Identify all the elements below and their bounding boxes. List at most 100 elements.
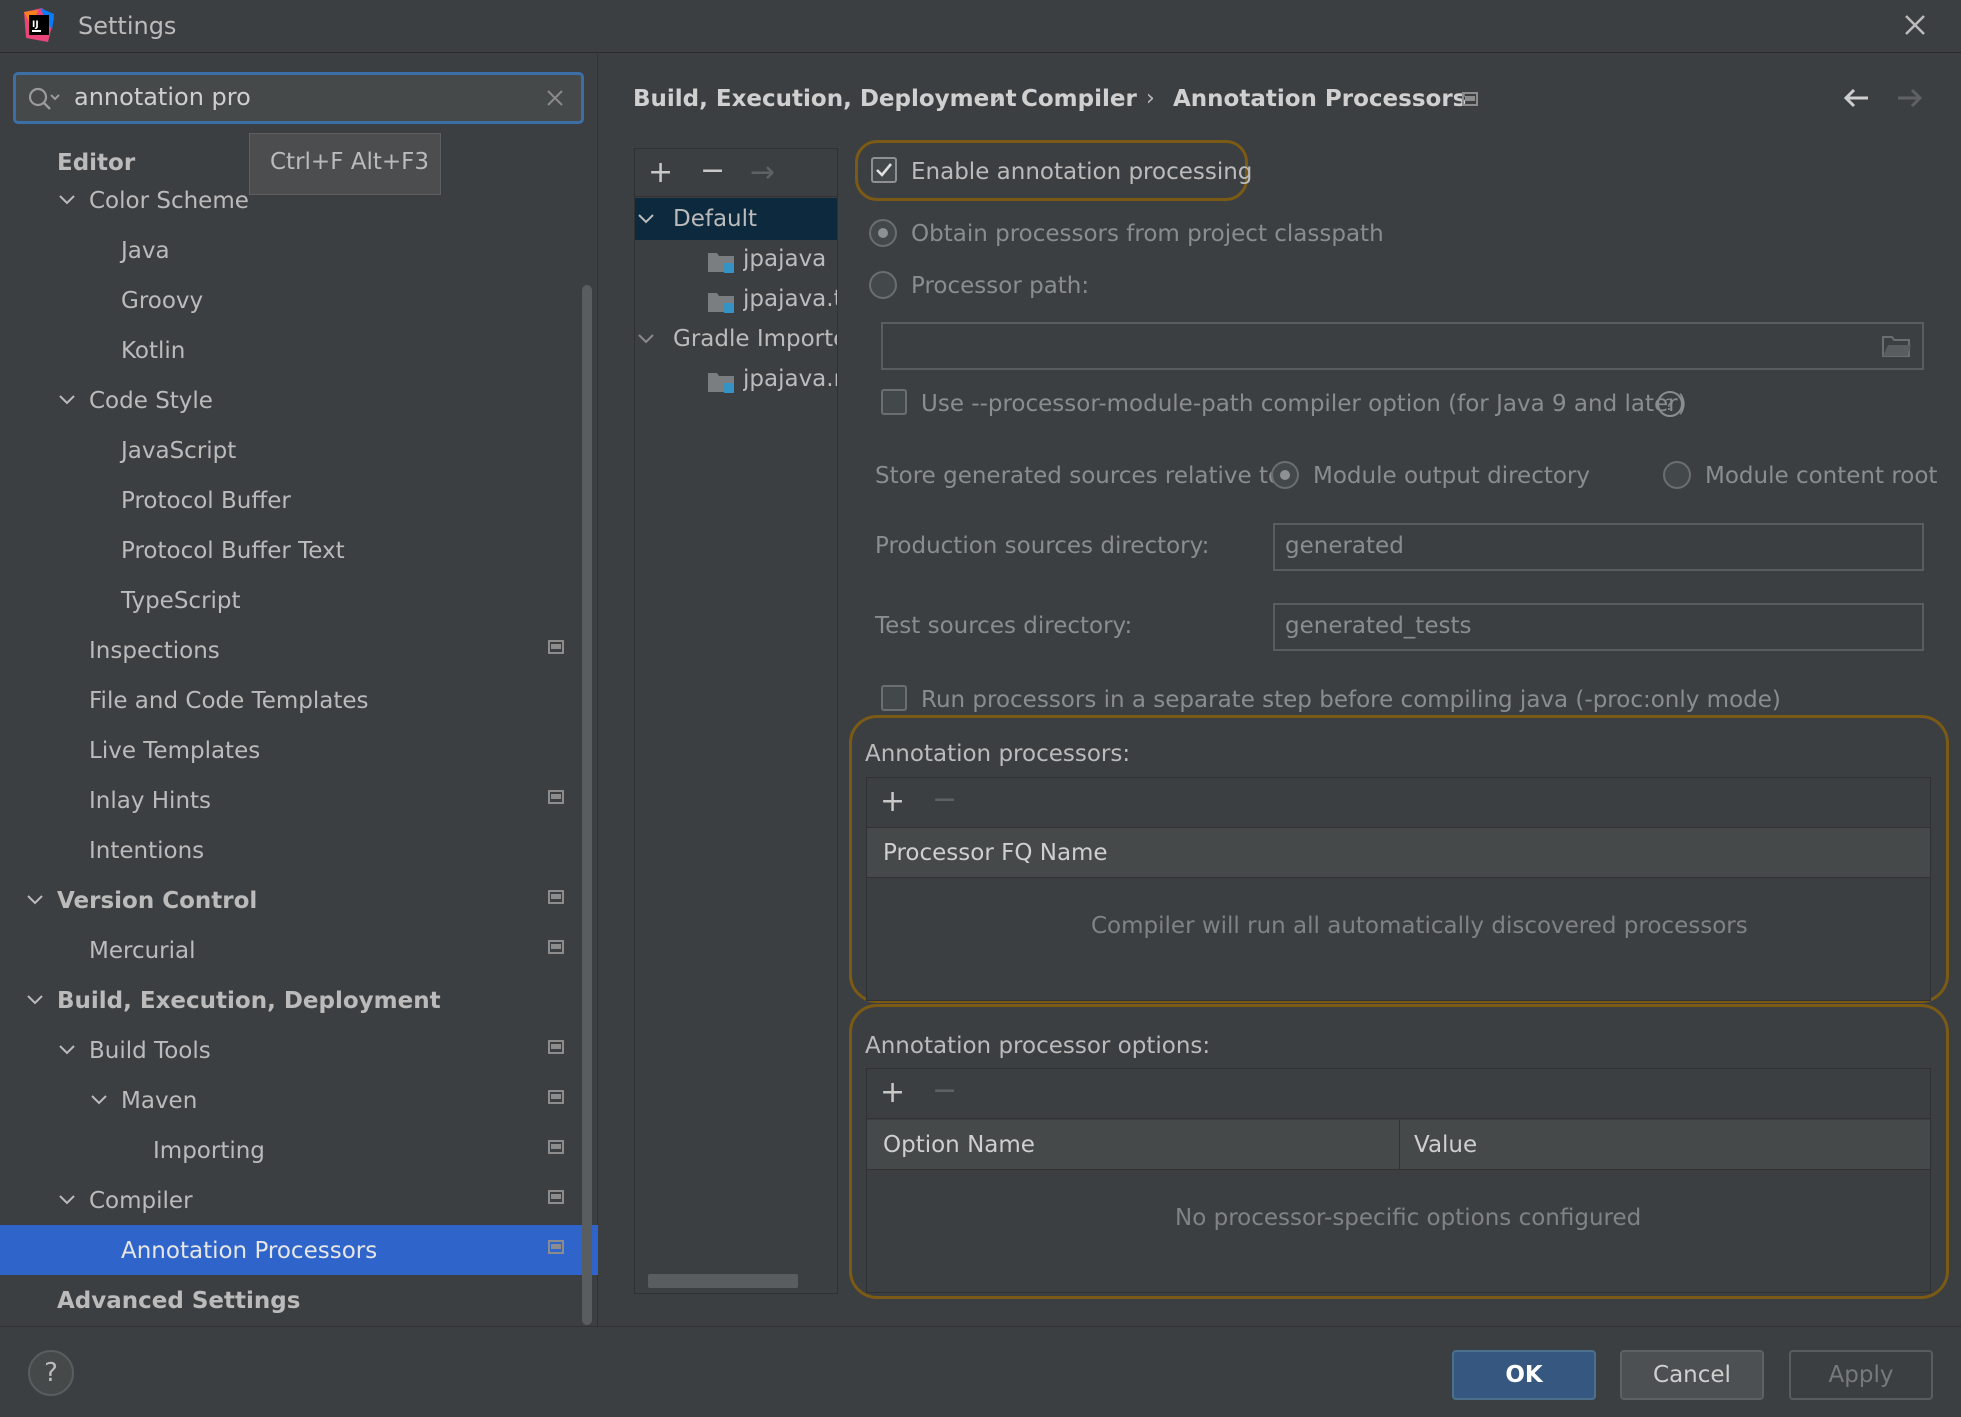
profile-module-item[interactable]: jpajava.m	[743, 366, 837, 392]
profile-module-item[interactable]: jpajava.te	[743, 286, 837, 312]
option-value-column[interactable]: Value	[1400, 1120, 1930, 1170]
options-table-title: Annotation processor options:	[865, 1033, 1211, 1059]
project-level-icon	[548, 640, 564, 654]
browse-folder-icon[interactable]	[1882, 334, 1912, 358]
sidebar-item-java[interactable]: Java	[121, 227, 170, 275]
breadcrumb-item[interactable]: Compiler	[1021, 86, 1137, 112]
module-output-label: Module output directory	[1313, 463, 1591, 489]
sidebar-item-groovy[interactable]: Groovy	[121, 277, 203, 325]
processors-toolbar	[867, 778, 1930, 828]
sidebar-item-protocol-buffer[interactable]: Protocol Buffer	[121, 477, 291, 525]
module-output-radio[interactable]	[1271, 461, 1299, 489]
sidebar-item-advanced-settings[interactable]: Advanced Settings	[57, 1277, 300, 1325]
sidebar-item-color-scheme[interactable]: Color Scheme	[89, 177, 249, 225]
sidebar-item-version-control[interactable]: Version Control	[57, 877, 257, 925]
module-folder-icon	[708, 373, 734, 393]
enable-processing-checkbox[interactable]	[871, 157, 897, 183]
module-folder-icon	[708, 253, 734, 273]
sidebar-item-protocol-buffer-text[interactable]: Protocol Buffer Text	[121, 527, 345, 575]
breadcrumb-separator: ›	[1146, 86, 1155, 111]
processor-path-label: Processor path:	[911, 273, 1090, 299]
chevron-down-icon[interactable]	[57, 190, 77, 210]
chevron-down-icon[interactable]	[89, 1090, 109, 1110]
project-level-icon	[548, 1240, 564, 1254]
profiles-scrollbar[interactable]	[648, 1274, 798, 1288]
options-toolbar	[867, 1069, 1930, 1119]
option-name-column[interactable]: Option Name	[867, 1120, 1400, 1170]
remove-icon[interactable]: −	[700, 156, 725, 186]
chevron-down-icon[interactable]	[636, 329, 656, 349]
project-level-icon	[548, 1090, 564, 1104]
clear-search-icon[interactable]	[544, 87, 566, 109]
profile-module-item[interactable]: jpajava	[743, 246, 837, 272]
chevron-down-icon[interactable]	[57, 1190, 77, 1210]
sidebar-item-maven[interactable]: Maven	[121, 1077, 197, 1125]
cancel-button[interactable]: Cancel	[1620, 1350, 1764, 1400]
sidebar-item-kotlin[interactable]: Kotlin	[121, 327, 185, 375]
add-icon[interactable]: +	[648, 158, 673, 188]
processor-name-column[interactable]: Processor FQ Name	[867, 828, 1930, 878]
module-folder-icon	[708, 293, 734, 313]
sidebar-item-mercurial[interactable]: Mercurial	[89, 927, 196, 975]
sidebar-item-inspections[interactable]: Inspections	[89, 627, 220, 675]
forward-arrow-icon[interactable]	[1894, 84, 1926, 112]
project-level-icon	[548, 1040, 564, 1054]
breadcrumb-item[interactable]: Annotation Processors	[1173, 86, 1466, 112]
sidebar-item-build-tools[interactable]: Build Tools	[89, 1027, 211, 1075]
help-question-icon[interactable]: ?	[1655, 389, 1685, 419]
sidebar-item-javascript[interactable]: JavaScript	[121, 427, 236, 475]
sidebar-item-file-code-templates[interactable]: File and Code Templates	[89, 677, 369, 725]
sidebar-item-intentions[interactable]: Intentions	[89, 827, 204, 875]
intellij-logo-icon: IJ	[22, 8, 56, 42]
breadcrumb-item[interactable]: Build, Execution, Deployment	[633, 86, 1017, 112]
module-content-label: Module content root	[1705, 463, 1938, 489]
obtain-classpath-radio[interactable]	[869, 219, 897, 247]
run-separate-checkbox[interactable]	[881, 685, 907, 711]
sidebar-scrollbar[interactable]	[582, 285, 592, 1325]
test-dir-field[interactable]: generated_tests	[1273, 603, 1924, 651]
sidebar-item-importing[interactable]: Importing	[153, 1127, 265, 1175]
profile-item-default[interactable]: Default	[673, 206, 833, 232]
add-option-icon[interactable]: +	[880, 1078, 905, 1108]
title-bar	[0, 0, 1961, 53]
store-relative-label: Store generated sources relative to:	[875, 463, 1290, 489]
chevron-down-icon[interactable]	[57, 1040, 77, 1060]
chevron-down-icon[interactable]	[636, 209, 656, 229]
chevron-down-icon[interactable]	[25, 890, 45, 910]
module-path-checkbox[interactable]	[881, 389, 907, 415]
svg-text:IJ: IJ	[32, 20, 39, 30]
sidebar-item-build-execution-deployment[interactable]: Build, Execution, Deployment	[57, 977, 441, 1025]
project-level-icon	[548, 940, 564, 954]
project-level-icon	[1462, 92, 1478, 106]
add-processor-icon[interactable]: +	[880, 787, 905, 817]
processors-empty-text: Compiler will run all automatically disc…	[1091, 913, 1748, 939]
window-title: Settings	[78, 12, 177, 40]
chevron-down-icon[interactable]	[57, 390, 77, 410]
sidebar-item-compiler[interactable]: Compiler	[89, 1177, 193, 1225]
module-content-radio[interactable]	[1663, 461, 1691, 489]
processor-path-radio[interactable]	[869, 271, 897, 299]
processor-path-field[interactable]	[881, 322, 1924, 370]
search-value[interactable]: annotation pro	[74, 83, 251, 111]
sidebar-item-inlay-hints[interactable]: Inlay Hints	[89, 777, 211, 825]
profile-item-gradle[interactable]: Gradle Importe	[673, 326, 837, 352]
sidebar-item-typescript[interactable]: TypeScript	[121, 577, 241, 625]
project-level-icon	[548, 1140, 564, 1154]
sidebar-item-annotation-processors[interactable]: Annotation Processors	[121, 1227, 377, 1275]
chevron-down-icon[interactable]	[25, 990, 45, 1010]
remove-processor-icon[interactable]: −	[932, 785, 957, 815]
ok-button[interactable]: OK	[1452, 1350, 1596, 1400]
search-icon[interactable]	[27, 86, 61, 112]
production-dir-field[interactable]: generated	[1273, 523, 1924, 571]
move-to-icon[interactable]: →	[750, 158, 775, 188]
remove-option-icon[interactable]: −	[932, 1076, 957, 1106]
sidebar-item-live-templates[interactable]: Live Templates	[89, 727, 260, 775]
close-icon[interactable]	[1898, 8, 1932, 42]
processors-table-title: Annotation processors:	[865, 741, 1131, 767]
back-arrow-icon[interactable]	[1840, 84, 1872, 112]
enable-processing-label: Enable annotation processing	[911, 159, 1253, 185]
help-button[interactable]: ?	[28, 1350, 74, 1396]
sidebar-item-code-style[interactable]: Code Style	[89, 377, 213, 425]
project-level-icon	[548, 890, 564, 904]
apply-button[interactable]: Apply	[1789, 1350, 1933, 1400]
